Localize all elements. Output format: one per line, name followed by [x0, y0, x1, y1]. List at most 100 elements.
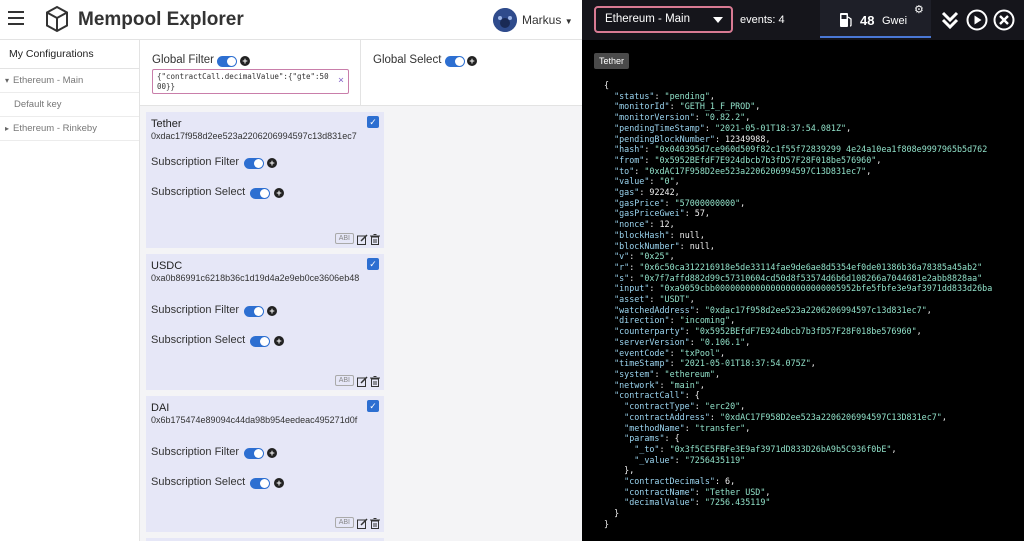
gas-price-tab[interactable]: 48 Gwei ⚙ [820, 0, 931, 38]
abi-button[interactable]: ABI [334, 233, 354, 244]
json-key: "to" [614, 165, 635, 176]
gear-icon[interactable]: ⚙ [914, 3, 924, 16]
subscription-filter-toggle[interactable] [244, 306, 264, 317]
global-filter-toggle[interactable] [217, 56, 237, 67]
json-key: "direction" [614, 315, 670, 326]
subscription-name: USDC [151, 260, 183, 272]
edit-icon[interactable] [357, 234, 368, 245]
json-value: "0.82.2" [704, 112, 746, 123]
json-key: "nonce" [614, 219, 650, 230]
json-key: "r" [614, 261, 630, 272]
json-value: 12 [659, 219, 670, 230]
subscription-select-toggle[interactable] [250, 336, 270, 347]
menu-icon[interactable] [8, 11, 24, 25]
global-bar: Global Filter + {"contractCall.decimalVa… [140, 40, 582, 106]
check-icon[interactable]: ✓ [367, 258, 379, 270]
json-punct: { [674, 433, 680, 444]
json-line: "serverVersion": "0.106.1", [614, 336, 751, 347]
json-line: "r": "0x6c50ca312216918e5de33114fae9de6a… [614, 261, 983, 272]
trash-icon[interactable] [370, 234, 380, 245]
json-line: }, [604, 465, 1024, 476]
json-value: "0xdac17f958d2ee523a2206206994597c13d831… [704, 304, 927, 315]
json-key: "blockHash" [614, 229, 670, 240]
plus-icon[interactable]: + [467, 56, 477, 66]
events-count: 4 [778, 14, 785, 26]
plus-icon[interactable]: + [267, 448, 277, 458]
logo-icon [46, 5, 68, 33]
global-select-toggle[interactable] [445, 56, 465, 67]
json-line: "pendingTimeStamp": "2021-05-01T18:37:54… [614, 122, 852, 133]
json-key: "network" [614, 379, 660, 390]
json-line: "status": "pending", [614, 90, 715, 101]
json-line: "blockHash": null, [614, 229, 705, 240]
subscription-select-toggle[interactable] [250, 478, 270, 489]
json-key: "monitorId" [614, 101, 670, 112]
plus-icon[interactable]: + [274, 188, 284, 198]
json-line: "network": "main", [614, 379, 705, 390]
abi-button[interactable]: ABI [334, 517, 354, 528]
edit-icon[interactable] [357, 518, 368, 529]
json-value: "2021-05-01T18:37:54.081Z" [714, 122, 847, 133]
json-key: "serverVersion" [614, 336, 690, 347]
json-line: "to": "0xdAC17F958D2ee523a2206206994597C… [614, 165, 872, 176]
sidebar-item-ethereum-rinkeby[interactable]: ▸ Ethereum - Rinkeby [0, 117, 139, 141]
plus-icon[interactable]: + [274, 336, 284, 346]
json-line: "_to": "0x3f5CE5FBFe3E9af3971dD833D26bA9… [634, 443, 897, 454]
json-line: "contractAddress": "0xdAC17F958D2ee523a2… [624, 411, 947, 422]
subscription-card[interactable]: Tether 0xdac17f958d2ee523a2206206994597c… [146, 112, 384, 248]
sidebar-item-ethereum-main[interactable]: ▾ Ethereum - Main [0, 69, 139, 93]
json-key: "_to" [634, 443, 660, 454]
json-key: "from" [614, 154, 645, 165]
global-filter-text: {"contractCall.decimalValue":{"gte":5000… [157, 72, 329, 91]
subscription-filter-label: Subscription Filter [151, 156, 240, 168]
subscription-address: 0x6b175474e89094c44da98b954eedeac495271d… [151, 415, 358, 425]
caret-right-icon: ▸ [5, 124, 10, 133]
trash-icon[interactable] [370, 518, 380, 529]
plus-icon[interactable]: + [240, 56, 250, 66]
close-circle-icon[interactable] [993, 9, 1015, 31]
subscription-filter-label: Subscription Filter [151, 304, 240, 316]
json-value: 57 [694, 208, 705, 219]
plus-icon[interactable]: + [274, 478, 284, 488]
json-key: "methodName" [624, 422, 685, 433]
json-key: "timeStamp" [614, 358, 670, 369]
sidebar-item-default-key[interactable]: Default key [0, 93, 139, 117]
subscription-filter-toggle[interactable] [244, 448, 264, 459]
plus-icon[interactable]: + [267, 158, 277, 168]
gas-price-unit: Gwei [882, 15, 908, 27]
json-value: "transfer" [694, 422, 746, 433]
json-value: "txPool" [679, 347, 720, 358]
subscription-filter-toggle[interactable] [244, 158, 264, 169]
trash-icon[interactable] [370, 376, 380, 387]
json-value: "incoming" [679, 315, 731, 326]
edit-icon[interactable] [357, 376, 368, 387]
subscription-card[interactable]: USDC 0xa0b86991c6218b36c1d19d4a2e9eb0ce3… [146, 254, 384, 390]
check-icon[interactable]: ✓ [367, 116, 379, 128]
json-line: } [604, 519, 1024, 530]
json-line: "monitorId": "GETH_1_F_PROD", [614, 101, 761, 112]
subscription-name: Tether [151, 118, 182, 130]
global-filter-chip[interactable]: {"contractCall.decimalValue":{"gte":5000… [152, 69, 349, 94]
sidebar-item-label: Ethereum - Main [13, 75, 84, 86]
user-menu[interactable]: Markus ▼ [522, 13, 573, 27]
event-panel: Ethereum - Main events: 4 48 Gwei ⚙ Teth… [582, 0, 1024, 541]
abi-button[interactable]: ABI [334, 375, 354, 386]
json-key: "input" [614, 283, 650, 294]
json-key: "contractCall" [614, 390, 685, 401]
play-icon[interactable] [966, 9, 988, 31]
avatar-icon[interactable] [493, 8, 517, 32]
close-icon[interactable]: × [338, 76, 344, 86]
json-key: "eventCode" [614, 347, 670, 358]
json-line: "watchedAddress": "0xdac17f958d2ee523a22… [614, 304, 932, 315]
network-select[interactable]: Ethereum - Main [594, 6, 733, 33]
json-key: "contractName" [624, 486, 695, 497]
subscription-name: DAI [151, 402, 170, 414]
plus-icon[interactable]: + [267, 306, 277, 316]
subscription-select-toggle[interactable] [250, 188, 270, 199]
collapse-icon[interactable] [939, 9, 961, 31]
json-line: "_value": "7256435119" [634, 454, 746, 465]
check-icon[interactable]: ✓ [367, 400, 379, 412]
json-value: "0xdAC17F958D2ee523a2206206994597C13D831… [719, 411, 942, 422]
subscription-card[interactable]: DAI 0x6b175474e89094c44da98b954eedeac495… [146, 396, 384, 532]
events-counter: events: 4 [740, 14, 785, 26]
